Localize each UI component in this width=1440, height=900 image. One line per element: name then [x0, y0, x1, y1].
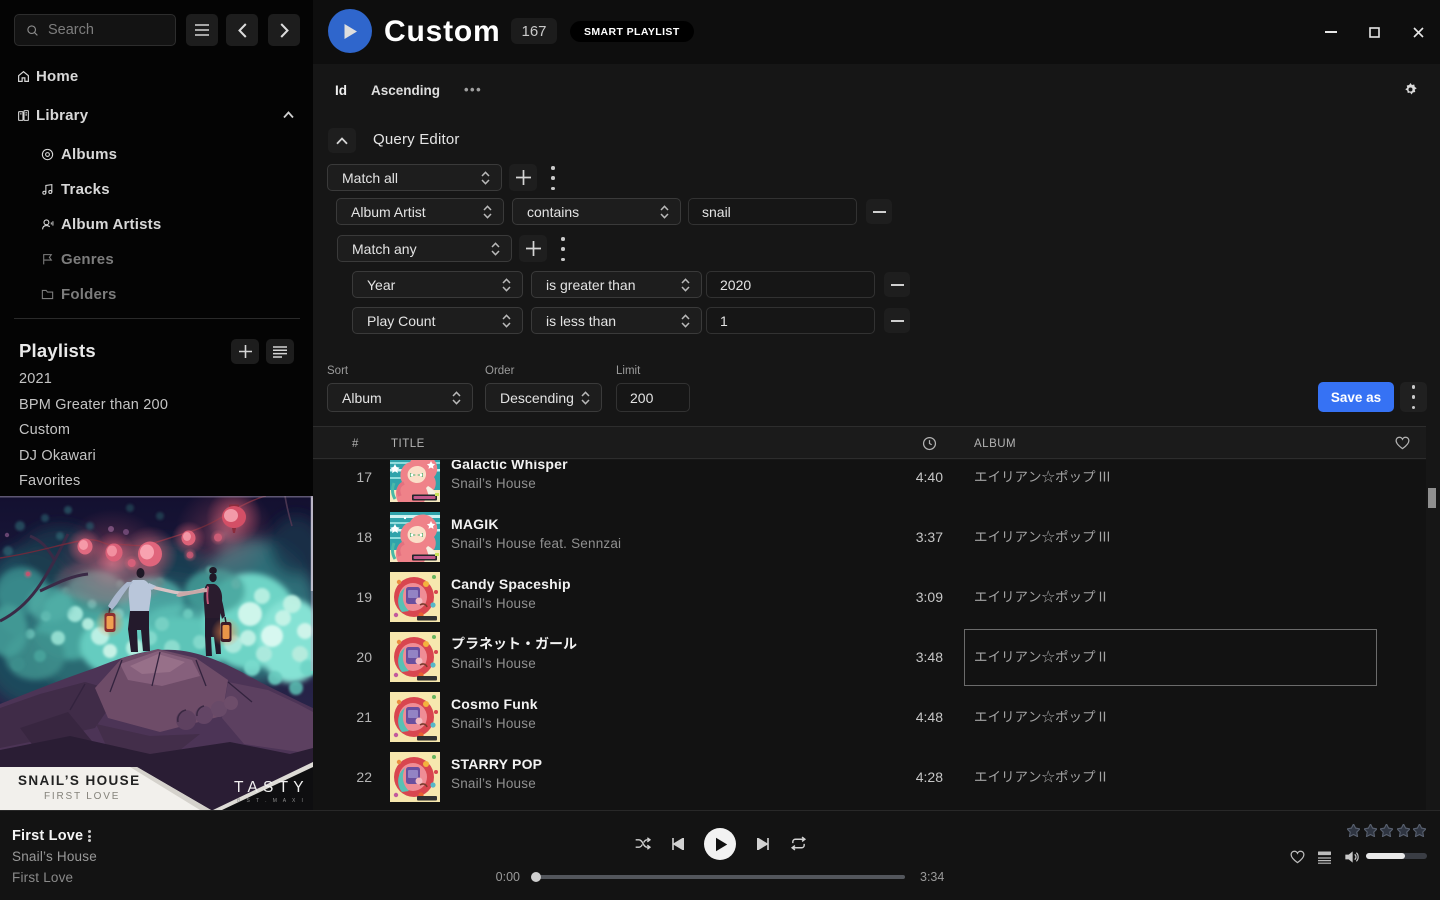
svg-text:SNAIL’S HOUSE: SNAIL’S HOUSE	[18, 773, 140, 788]
svg-text:FIRST LOVE: FIRST LOVE	[44, 791, 120, 802]
svg-text:TASTY: TASTY	[234, 779, 309, 796]
svg-text:B S T . M A X I: B S T . M A X I	[237, 798, 305, 804]
